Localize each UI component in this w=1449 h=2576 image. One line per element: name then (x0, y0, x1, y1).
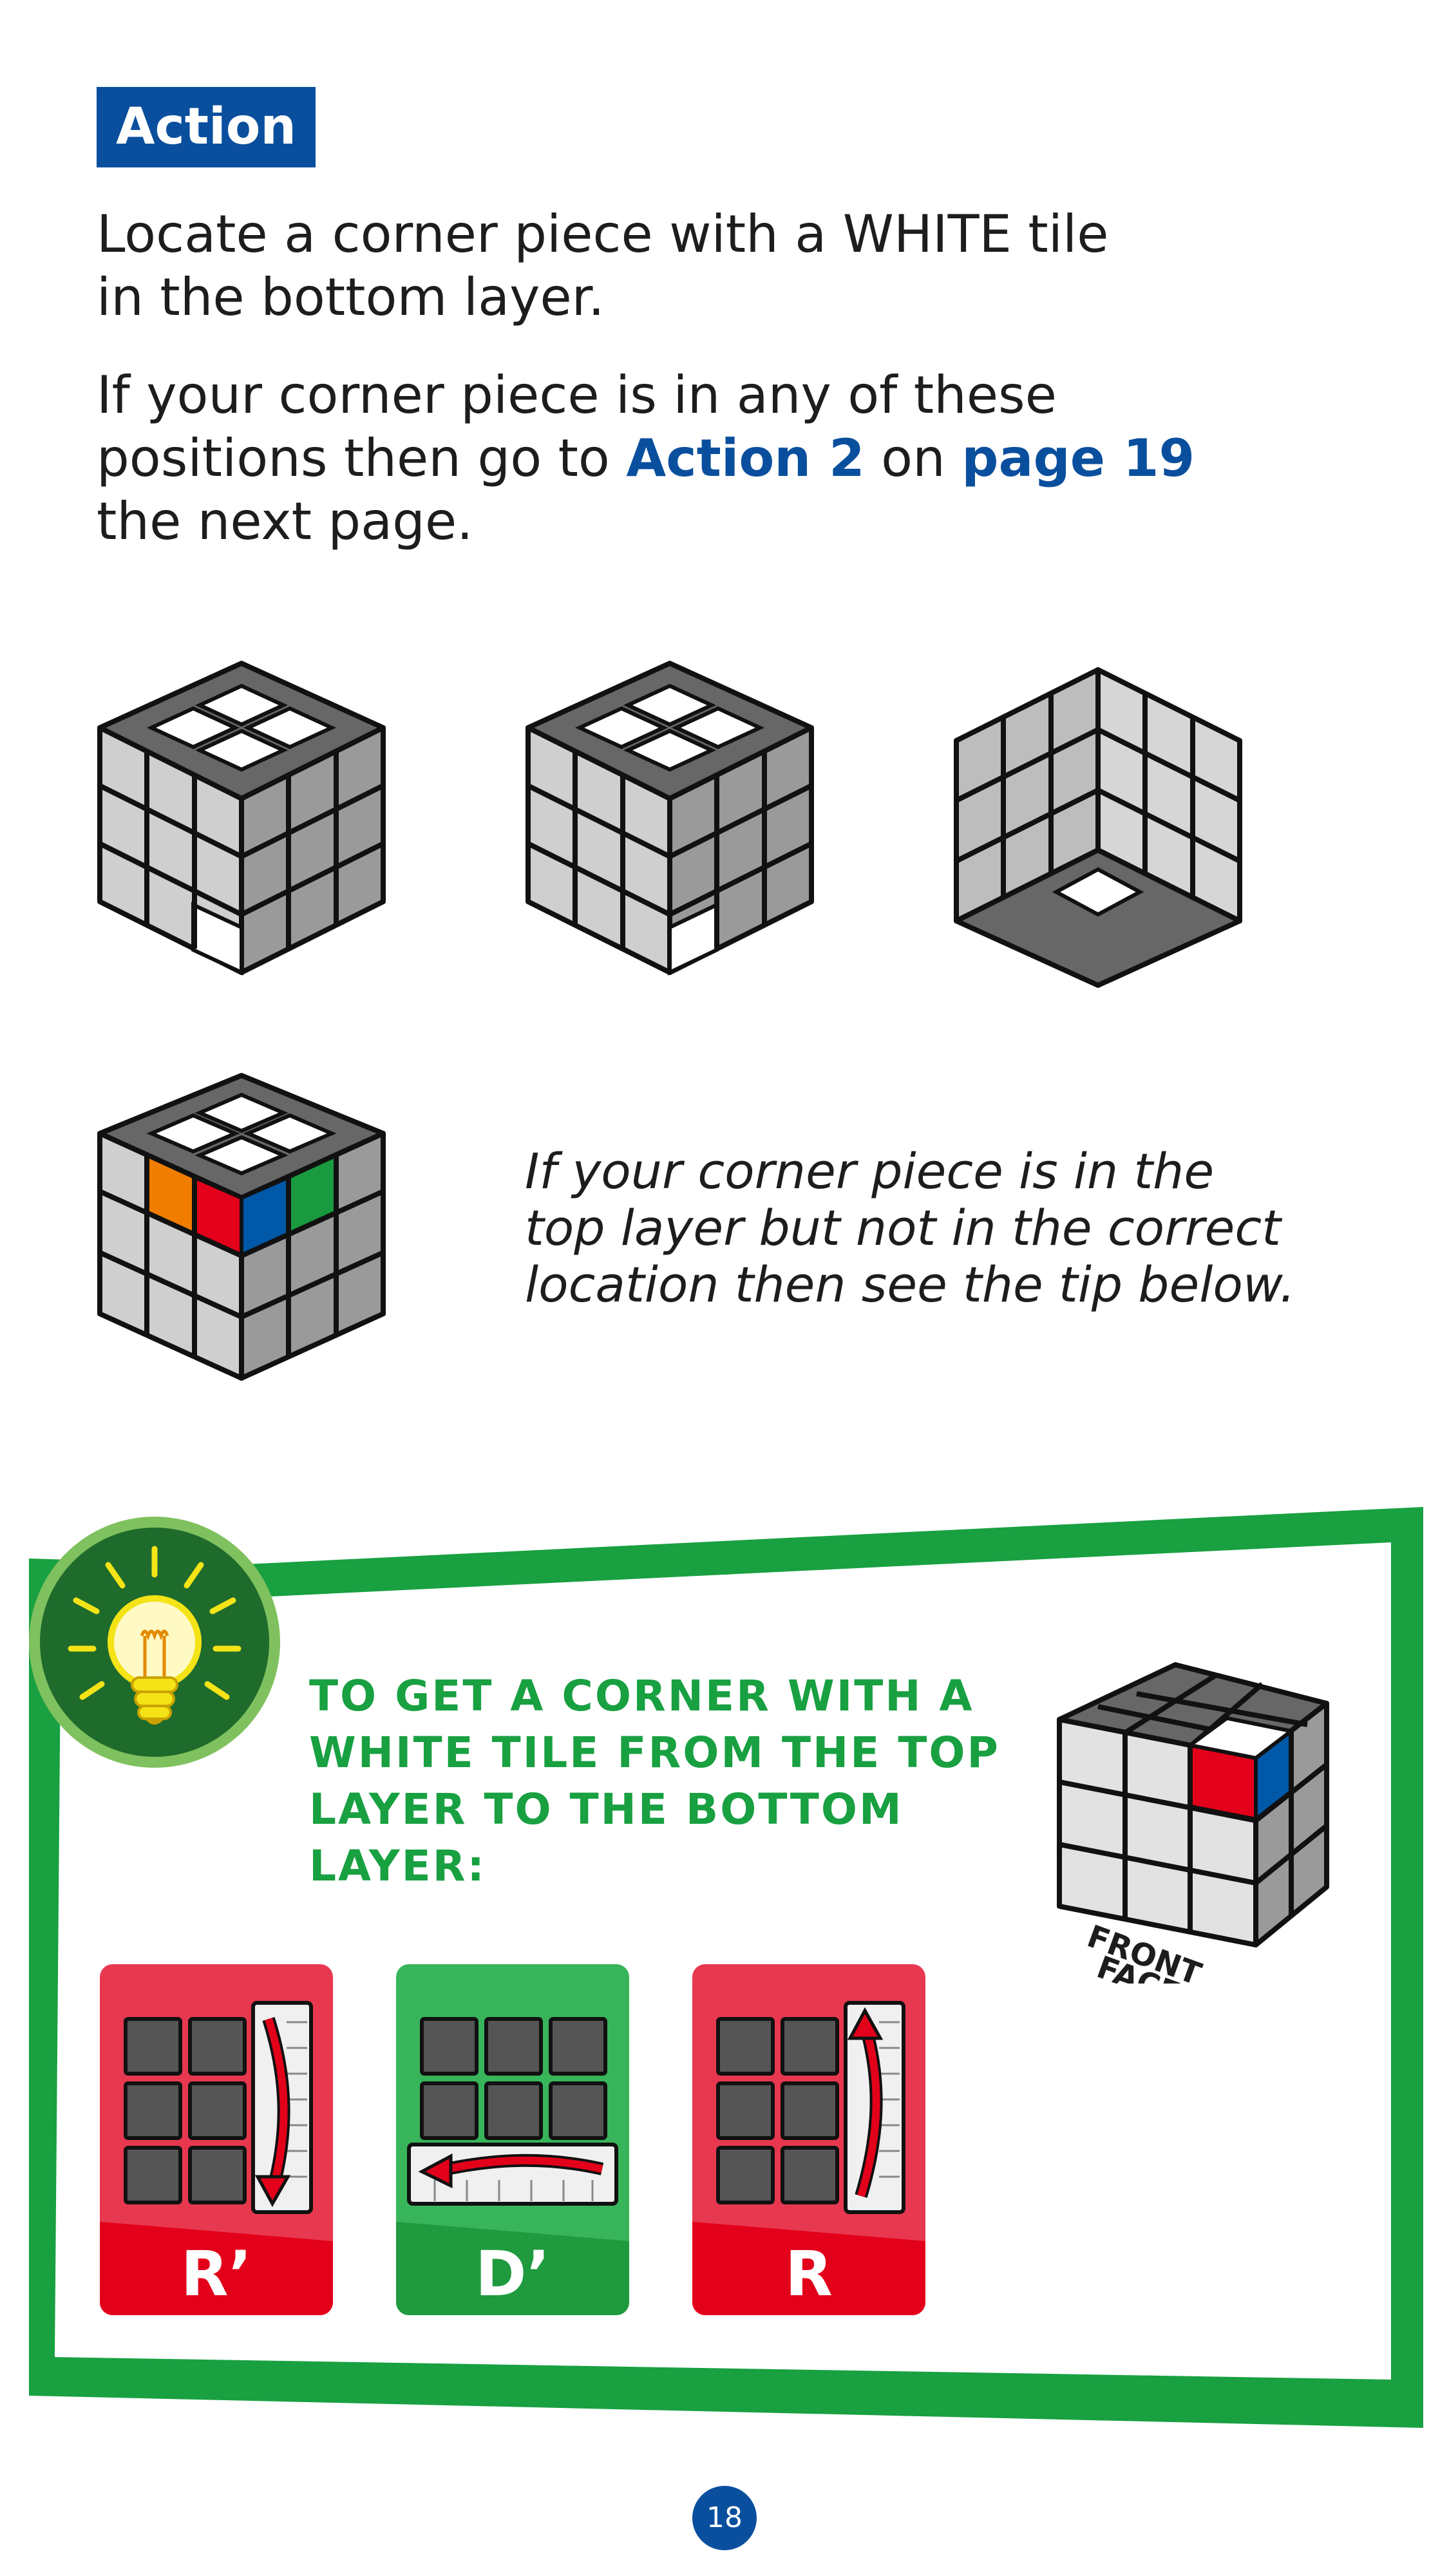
note-line-2: top layer but not in the correct (525, 1199, 1281, 1256)
positions-text: If your corner piece is in any of these … (97, 364, 1256, 553)
tip-heading: TO GET A CORNER WITH A WHITE TILE FROM T… (309, 1668, 1050, 1895)
intro-line-2: in the bottom layer. (97, 267, 605, 327)
cube-corner-front-left (97, 661, 386, 976)
tip-heading-line-3: LAYER TO THE BOTTOM (309, 1785, 904, 1834)
tip-heading-line-1: TO GET A CORNER WITH A (309, 1671, 974, 1721)
positions-line-3: the next page. (97, 491, 473, 551)
intro-line-1: Locate a corner piece with a WHITE tile (97, 204, 1109, 264)
move-label-r-prime: R’ (180, 2238, 252, 2310)
cube-front-face-example: FRONT FACE (1057, 1662, 1329, 1984)
move-label-r: R (785, 2238, 833, 2310)
cube-corner-top-layer (97, 1073, 386, 1381)
positions-line-2-mid: on (864, 428, 962, 488)
move-card-r-prime: R’ (100, 1964, 333, 2315)
note-line-3: location then see the tip below. (525, 1256, 1296, 1313)
page-19-link[interactable]: page 19 (961, 428, 1195, 488)
action-2-link[interactable]: Action 2 (626, 428, 864, 488)
move-label-d-prime: D’ (475, 2238, 551, 2310)
move-card-r: R (692, 1964, 925, 2315)
positions-line-1: If your corner piece is in any of these (97, 365, 1057, 425)
move-card-d-prime: D’ (396, 1964, 629, 2315)
positions-line-2-prefix: positions then go to (97, 428, 627, 488)
cube-corner-front-right (526, 661, 814, 976)
cube-corner-bottom (954, 667, 1242, 988)
action-badge: Action 1 (97, 87, 316, 236)
note-line-1: If your corner piece is in the (525, 1142, 1215, 1200)
tip-heading-line-2: WHITE TILE FROM THE TOP (309, 1728, 1000, 1777)
intro-text: Locate a corner piece with a WHITE tile … (97, 203, 1256, 329)
positions-line-2: positions then go to Action 2 on page 19 (97, 427, 1256, 490)
page-number-badge: 18 (692, 2486, 757, 2550)
lightbulb-icon (29, 1517, 280, 1768)
top-layer-note: If your corner piece is in the top layer… (525, 1143, 1362, 1313)
tip-heading-line-4: LAYER: (309, 1841, 486, 1891)
